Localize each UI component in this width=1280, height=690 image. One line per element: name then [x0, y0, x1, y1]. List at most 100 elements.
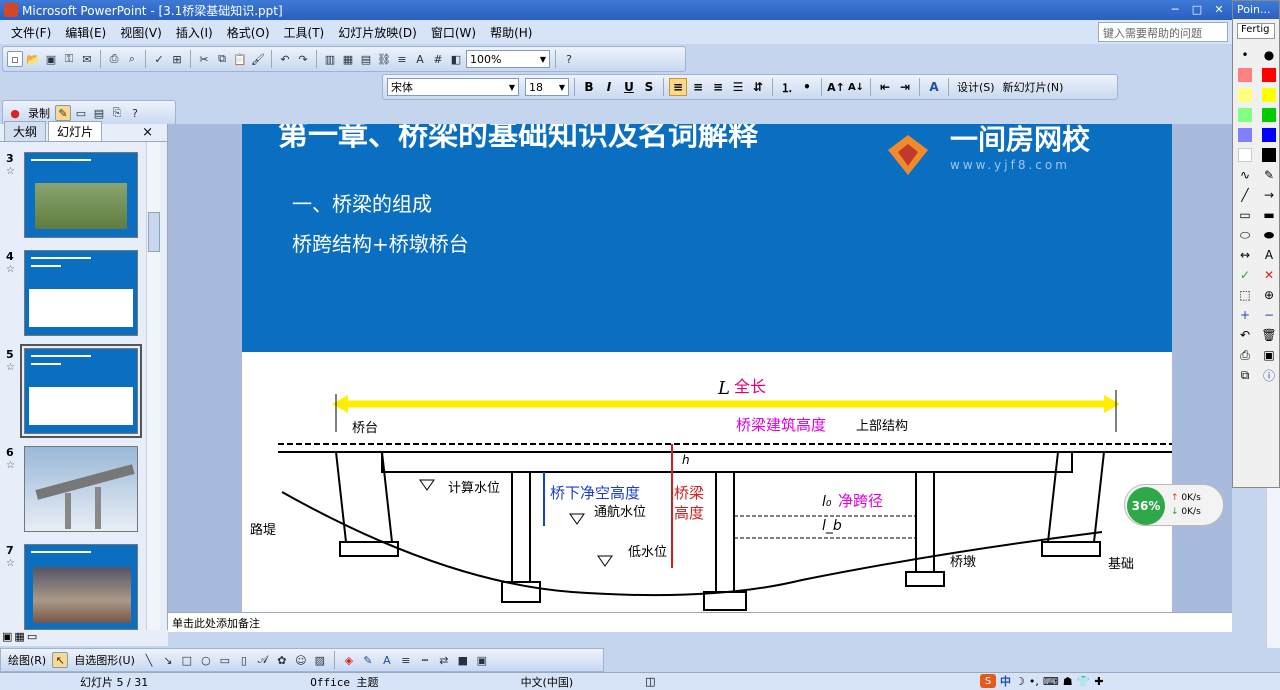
show-formatting-icon[interactable]: A [412, 51, 428, 67]
help-icon[interactable]: ? [127, 105, 143, 121]
tools-icon[interactable]: ✚ [1094, 675, 1103, 688]
current-slide[interactable]: 第一章、桥梁的基础知识及名词解释 一间房网校 www.yjf8.com 一、桥梁… [242, 124, 1172, 612]
color-swatch[interactable] [1261, 127, 1277, 143]
keyboard-icon[interactable]: ⌨ [1043, 675, 1059, 688]
line-icon[interactable]: ╱ [1237, 187, 1253, 203]
double-arrow-icon[interactable]: ↔ [1237, 247, 1253, 263]
normal-view-icon[interactable]: ▣ [2, 630, 12, 646]
color-swatch[interactable] [1261, 147, 1277, 163]
tab-slides[interactable]: 幻灯片 [48, 121, 103, 141]
dash-style-icon[interactable]: ┅ [417, 652, 433, 668]
info-icon[interactable]: ⓘ [1261, 367, 1277, 383]
arrow-icon[interactable]: → [1261, 187, 1277, 203]
copy-icon[interactable]: ⧉ [214, 51, 230, 67]
menu-format[interactable]: 格式(O) [220, 24, 277, 41]
line-icon[interactable]: ╲ [141, 652, 157, 668]
clipart-icon[interactable]: ☺ [293, 652, 309, 668]
tables-borders-icon[interactable]: ▤ [358, 51, 374, 67]
expand-all-icon[interactable]: ≡ [394, 51, 410, 67]
copy-icon[interactable]: ⧉ [1237, 367, 1253, 383]
font-select[interactable]: 宋体 ▼ [387, 78, 519, 96]
align-right-icon[interactable]: ≡ [709, 78, 727, 96]
save-clip-icon[interactable]: ▤ [91, 105, 107, 121]
large-dot-icon[interactable]: ● [1261, 47, 1277, 63]
3d-style-icon[interactable]: ▣ [474, 652, 490, 668]
ellipse-icon[interactable]: ⬭ [1237, 227, 1253, 243]
slide-body-line-1[interactable]: 一、桥梁的组成 [292, 188, 432, 217]
slide-thumbnail-6[interactable]: 6 ☆ [4, 446, 144, 532]
menu-view[interactable]: 视图(V) [113, 24, 169, 41]
underline-button[interactable]: U [620, 78, 638, 96]
distribute-icon[interactable]: ☰ [729, 78, 747, 96]
cut-icon[interactable]: ✂ [196, 51, 212, 67]
menu-slideshow[interactable]: 幻灯片放映(D) [331, 24, 424, 41]
align-left-icon[interactable]: ≡ [669, 78, 687, 96]
export-icon[interactable]: ⎘ [109, 105, 125, 121]
cross-icon[interactable]: ✕ [1261, 267, 1277, 283]
rectangle-icon[interactable]: □ [179, 652, 195, 668]
small-dot-icon[interactable]: • [1237, 47, 1253, 63]
bold-button[interactable]: B [580, 78, 598, 96]
design-button[interactable]: 设计(S) [954, 79, 998, 95]
table-icon[interactable]: ▦ [340, 51, 356, 67]
textbox-icon[interactable]: ▭ [217, 652, 233, 668]
font-size-select[interactable]: 18 ▼ [525, 78, 569, 96]
menu-tools[interactable]: 工具(T) [277, 24, 332, 41]
skin-icon[interactable]: ☗ [1063, 675, 1073, 688]
menu-edit[interactable]: 编辑(E) [58, 24, 113, 41]
line-color-icon[interactable]: ✎ [360, 652, 376, 668]
filled-rectangle-icon[interactable]: ▬ [1261, 207, 1277, 223]
help-icon[interactable]: ? [561, 51, 577, 67]
arrow-style-icon[interactable]: ⇄ [436, 652, 452, 668]
italic-button[interactable]: I [600, 78, 618, 96]
font-color-icon[interactable]: A [379, 652, 395, 668]
color-swatch[interactable] [1237, 67, 1253, 83]
increase-indent-icon[interactable]: ⇥ [896, 78, 914, 96]
pointer-mode-select[interactable]: Fertig [1237, 23, 1275, 39]
undo-icon[interactable]: ↶ [277, 51, 293, 67]
menu-help[interactable]: 帮助(H) [483, 24, 539, 41]
align-center-icon[interactable]: ≡ [689, 78, 707, 96]
color-grayscale-icon[interactable]: ◧ [448, 51, 464, 67]
moon-icon[interactable]: ☽ [1015, 675, 1025, 688]
shirt-icon[interactable]: 👕 [1077, 675, 1091, 688]
save-icon[interactable]: ▣ [1261, 347, 1277, 363]
ime-mode-icon[interactable]: 中 [1000, 673, 1011, 689]
print-preview-icon[interactable]: ⌕ [124, 51, 140, 67]
color-swatch[interactable] [1237, 147, 1253, 163]
diagram-icon[interactable]: ✿ [274, 652, 290, 668]
record-button[interactable]: 录制 [25, 105, 53, 121]
select-pointer-icon[interactable]: ↖ [52, 652, 69, 668]
line-style-icon[interactable]: ≡ [398, 652, 414, 668]
color-swatch[interactable] [1261, 67, 1277, 83]
slide-thumbnail-3[interactable]: 3 ☆ [4, 152, 144, 238]
shadow-button[interactable]: S [640, 78, 658, 96]
plus-icon[interactable]: + [1237, 307, 1253, 323]
draw-menu-button[interactable]: 绘图(R) [5, 652, 49, 668]
wordart-icon[interactable]: 𝒜 [255, 652, 271, 668]
save-icon[interactable]: ▣ [43, 51, 59, 67]
slide-body-line-2[interactable]: 桥跨结构+桥墩桥台 [292, 228, 469, 257]
bullets-icon[interactable]: • [798, 78, 816, 96]
new-icon[interactable]: ▫ [7, 51, 23, 67]
slide-thumbnail-7[interactable]: 7 ☆ [4, 544, 144, 630]
slide-title[interactable]: 第一章、桥梁的基础知识及名词解释 [278, 124, 758, 154]
hyperlink-icon[interactable]: ⛓ [376, 51, 392, 67]
print-icon[interactable]: ⎙ [106, 51, 122, 67]
slideshow-icon[interactable]: ▭ [27, 630, 37, 646]
picture-icon[interactable]: ▨ [312, 652, 328, 668]
maximize-button[interactable]: □ [1186, 0, 1208, 18]
menu-window[interactable]: 窗口(W) [424, 24, 483, 41]
zoom-icon[interactable]: ⊕ [1261, 287, 1277, 303]
right-scrollbar[interactable] [1266, 488, 1280, 648]
tab-outline[interactable]: 大纲 [4, 121, 47, 141]
slide-thumbnail-4[interactable]: 4 ☆ [4, 250, 144, 336]
text-direction-icon[interactable]: ⇵ [749, 78, 767, 96]
close-icon[interactable]: × [142, 125, 153, 140]
text-icon[interactable]: A [1261, 247, 1277, 263]
increase-font-icon[interactable]: A↑ [827, 78, 845, 96]
help-search-input[interactable]: 键入需要帮助的问题 [1098, 22, 1228, 42]
pen-icon[interactable]: ✎ [55, 105, 71, 121]
trash-icon[interactable]: 🗑 [1261, 327, 1277, 343]
pen-icon[interactable]: ✎ [1261, 167, 1277, 183]
